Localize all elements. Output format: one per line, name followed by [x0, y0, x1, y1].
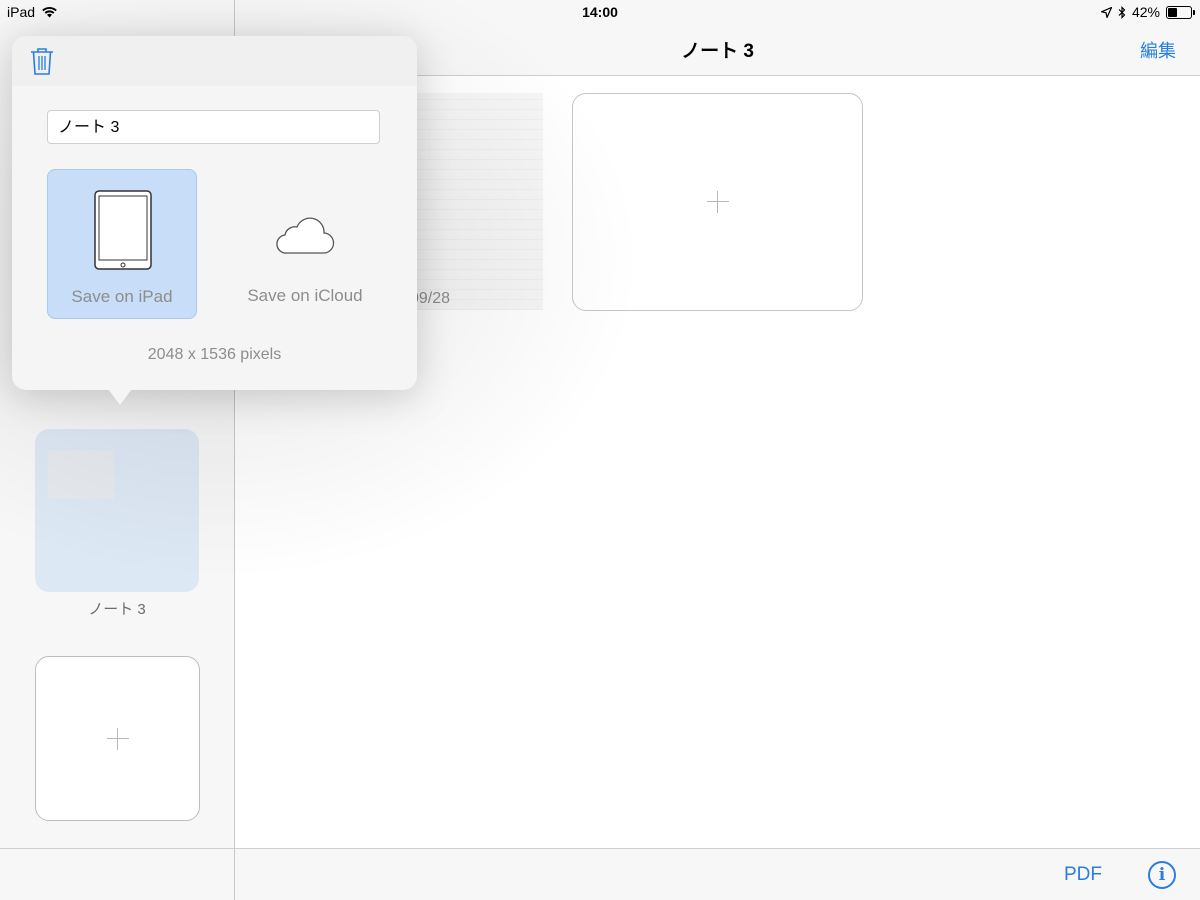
note-label: ノート 3 — [88, 601, 146, 618]
cloud-icon — [276, 217, 335, 254]
trash-icon[interactable] — [29, 46, 55, 76]
add-page-button[interactable] — [572, 93, 863, 311]
pixel-size-label: 2048 x 1536 pixels — [147, 346, 282, 363]
battery-level — [1168, 7, 1178, 17]
save-on-ipad-option[interactable]: Save on iPad — [47, 169, 197, 319]
note-name-field[interactable]: ノート 3 — [47, 110, 380, 144]
info-icon[interactable]: i — [1148, 861, 1176, 889]
plus-icon — [106, 727, 129, 750]
plus-icon — [706, 191, 729, 213]
location-arrow-icon — [1100, 6, 1112, 18]
save-on-ipad-label: Save on iPad — [71, 287, 173, 306]
save-on-icloud-label: Save on iCloud — [247, 286, 363, 305]
note-thumbnail-preview — [48, 450, 114, 499]
save-on-icloud-option[interactable]: Save on iCloud — [230, 169, 380, 319]
status-bar: iPad 14:00 42% — [0, 0, 1200, 24]
battery-icon — [1166, 5, 1195, 19]
status-time: 14:00 — [582, 4, 618, 20]
bottom-toolbar: PDF i — [235, 848, 1200, 900]
note-thumbnail[interactable] — [35, 429, 199, 592]
popover-arrow — [108, 389, 132, 405]
pdf-button[interactable]: PDF — [1064, 864, 1102, 886]
add-note-button[interactable] — [35, 656, 200, 821]
sidebar-toolbar — [0, 848, 234, 900]
battery-percent: 42% — [1131, 4, 1160, 20]
bluetooth-icon — [1118, 5, 1126, 19]
ipad-icon — [94, 190, 152, 270]
page-thumbnail[interactable] — [410, 93, 543, 310]
note-settings-popover: ノート 3 Save on iPad Save on iCloud 2048 x… — [12, 36, 417, 390]
popover-header — [12, 36, 417, 86]
edit-button[interactable]: 編集 — [1140, 37, 1176, 63]
